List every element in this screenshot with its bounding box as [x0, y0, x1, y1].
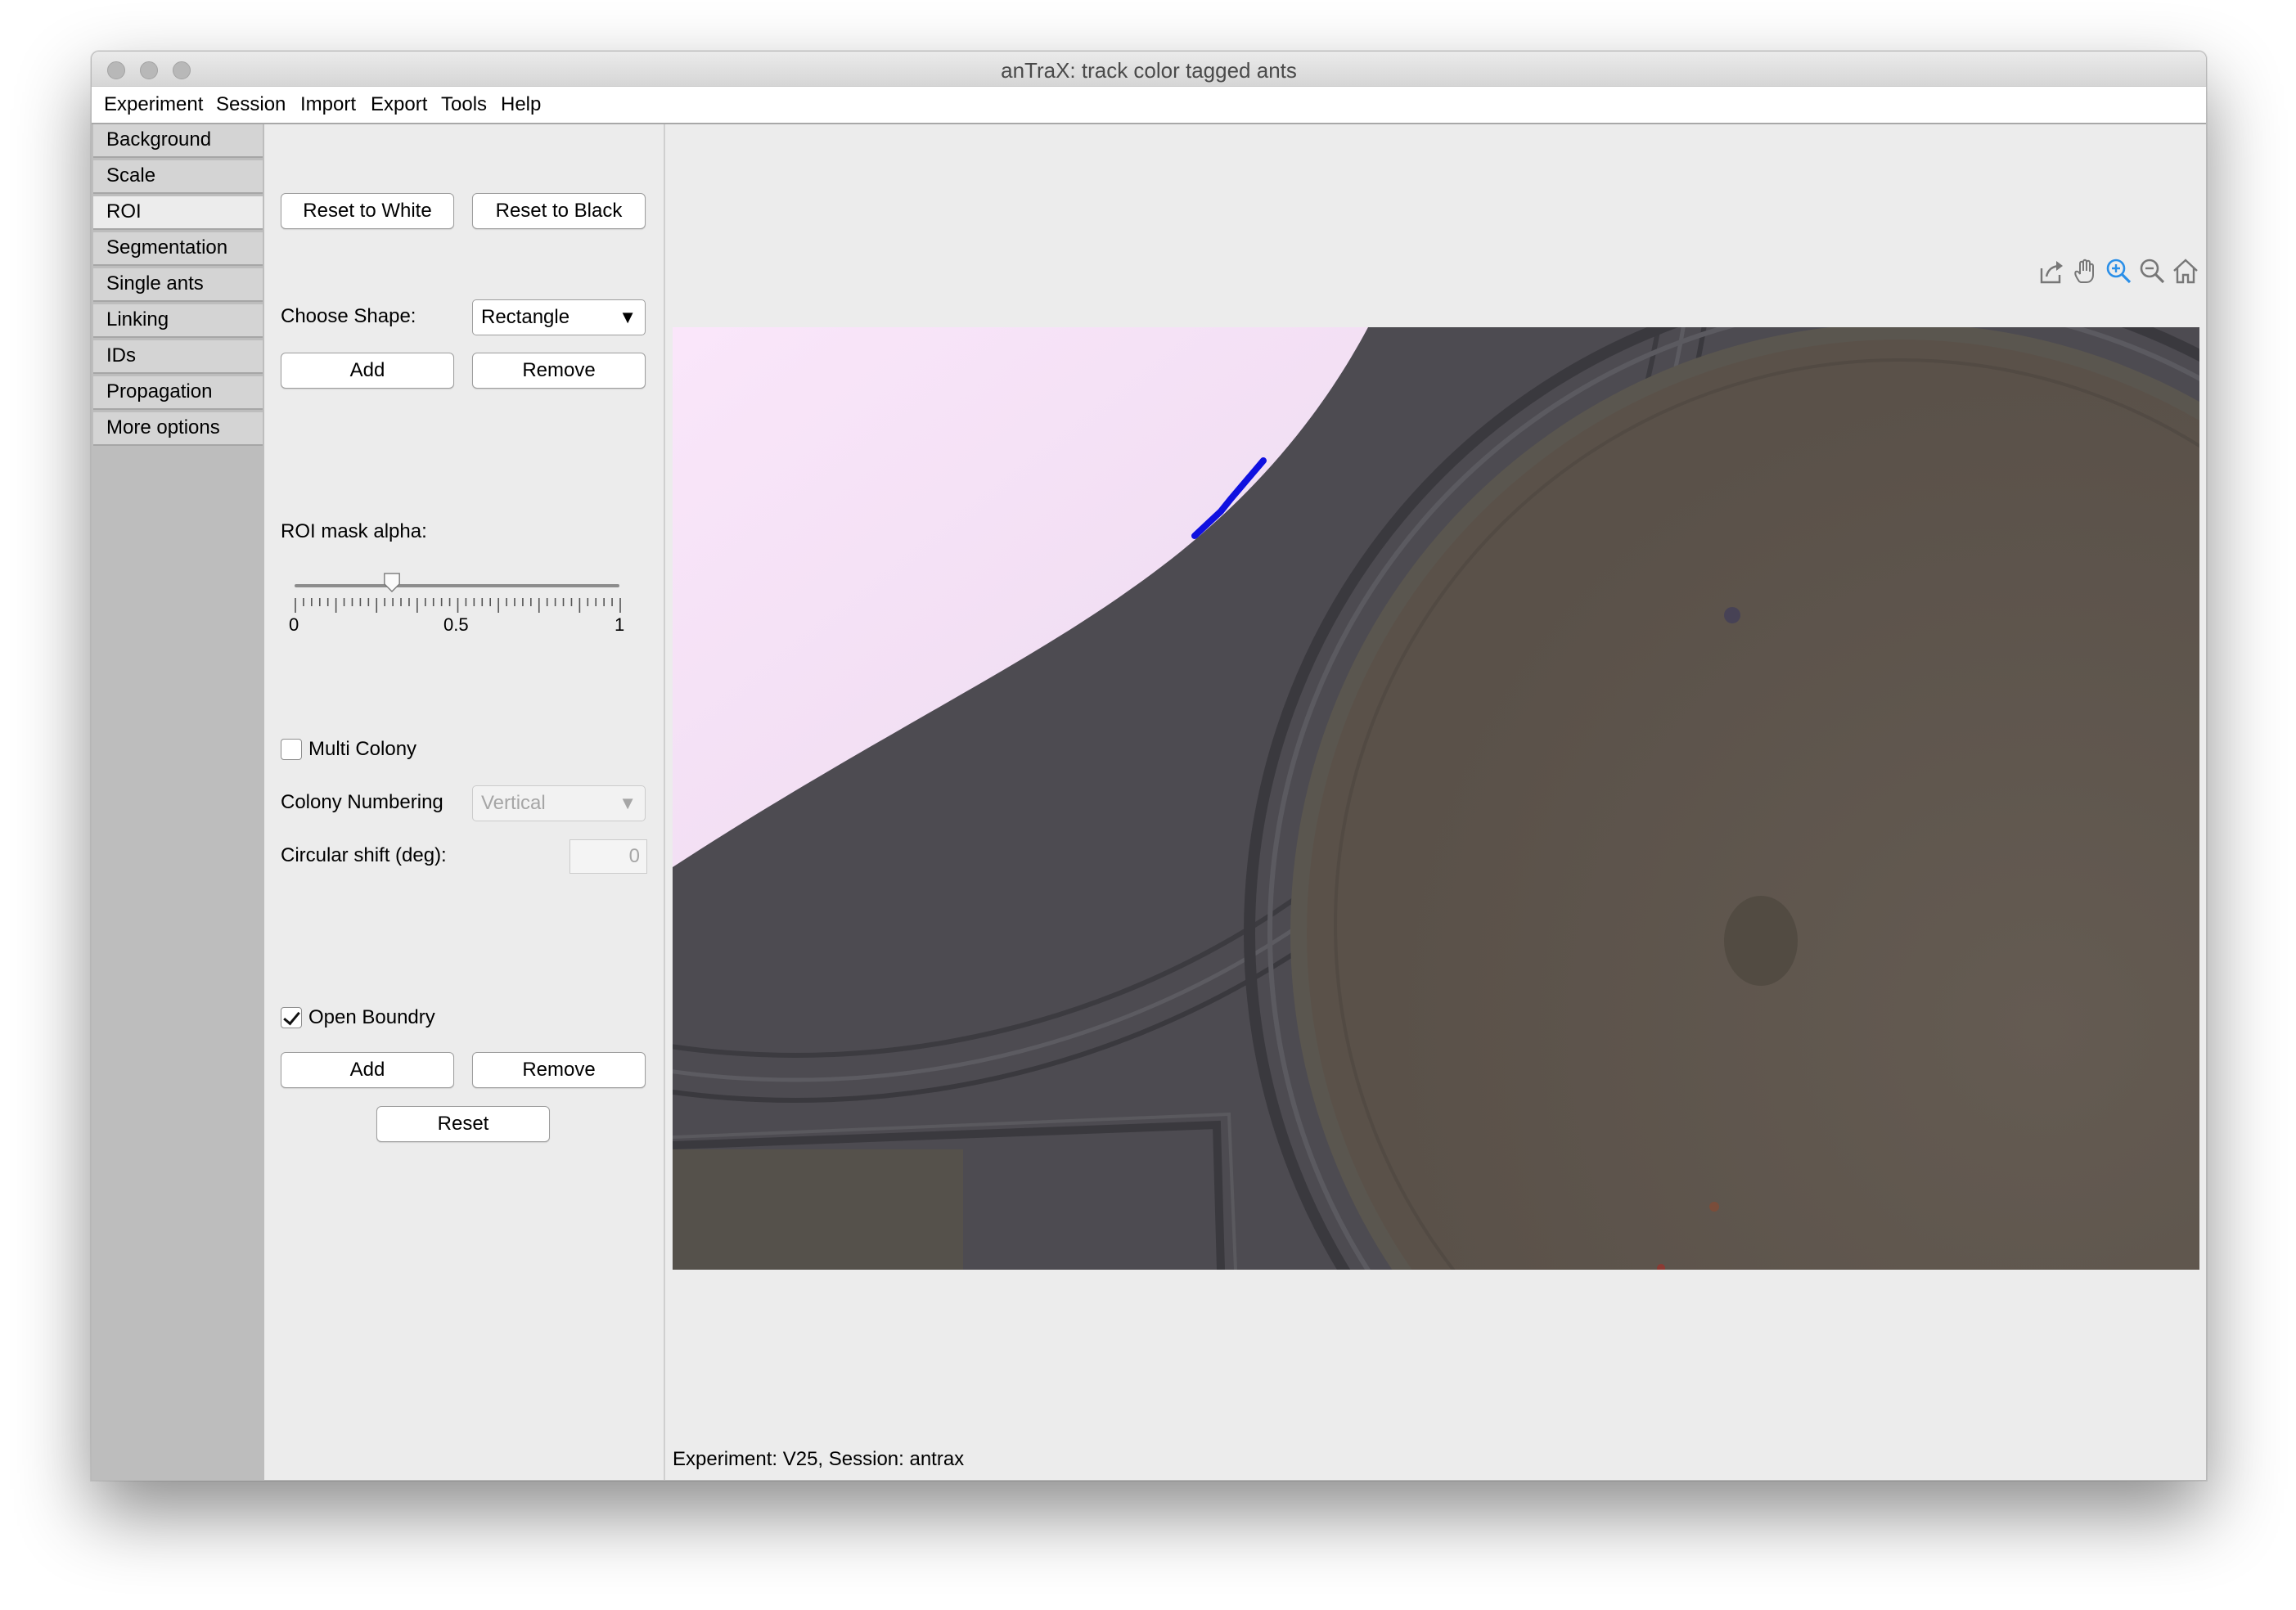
- menu-bar: Experiment Session Import Export Tools H…: [92, 87, 2206, 124]
- open-boundary-label: Open Boundry: [308, 1006, 435, 1028]
- slider-tick-label-mid: 0.5: [443, 614, 469, 635]
- multi-colony-checkbox[interactable]: [281, 739, 302, 760]
- shape-select-value: Rectangle: [481, 306, 570, 328]
- slider-tick-label-min: 0: [289, 614, 299, 635]
- colony-numbering-label: Colony Numbering: [281, 791, 443, 813]
- shape-select[interactable]: Rectangle ▼: [472, 299, 646, 335]
- sidebar-item-roi[interactable]: ROI: [93, 196, 263, 230]
- remove-boundary-button[interactable]: Remove: [472, 1052, 646, 1088]
- reset-to-white-button[interactable]: Reset to White: [281, 193, 454, 229]
- menu-export[interactable]: Export: [371, 93, 427, 116]
- sidebar-item-background[interactable]: Background: [93, 124, 263, 158]
- multi-colony-label: Multi Colony: [308, 738, 417, 760]
- slider-tick-label-max: 1: [615, 614, 625, 635]
- sidebar-item-scale[interactable]: Scale: [93, 160, 263, 194]
- video-frame-display[interactable]: [673, 327, 2199, 1270]
- menu-import[interactable]: Import: [300, 93, 356, 116]
- reset-boundary-button[interactable]: Reset: [376, 1106, 550, 1142]
- colony-numbering-value: Vertical: [481, 792, 546, 814]
- title-bar: anTraX: track color tagged ants: [92, 52, 2206, 87]
- open-boundary-checkbox[interactable]: [281, 1007, 302, 1028]
- slider-thumb[interactable]: [383, 572, 401, 593]
- menu-experiment[interactable]: Experiment: [104, 93, 203, 116]
- roi-mask-alpha-label: ROI mask alpha:: [281, 520, 427, 542]
- add-boundary-button[interactable]: Add: [281, 1052, 454, 1088]
- reset-to-black-button[interactable]: Reset to Black: [472, 193, 646, 229]
- sidebar-item-linking[interactable]: Linking: [93, 304, 263, 338]
- circular-shift-label: Circular shift (deg):: [281, 844, 447, 866]
- slider-ticks: [295, 598, 621, 613]
- sidebar-item-more-options[interactable]: More options: [93, 412, 263, 446]
- dropdown-arrow-icon: ▼: [619, 793, 637, 813]
- add-roi-button[interactable]: Add: [281, 353, 454, 389]
- menu-session[interactable]: Session: [216, 93, 286, 116]
- home-icon[interactable]: [2171, 257, 2200, 286]
- pan-hand-icon[interactable]: [2071, 257, 2100, 286]
- export-icon[interactable]: [2037, 257, 2067, 286]
- menu-help[interactable]: Help: [501, 93, 541, 116]
- frame-image: [673, 327, 2199, 1270]
- zoom-out-icon[interactable]: [2138, 257, 2168, 286]
- menu-tools[interactable]: Tools: [441, 93, 487, 116]
- sidebar-item-ids[interactable]: IDs: [93, 340, 263, 374]
- app-window: anTraX: track color tagged ants Experime…: [91, 51, 2207, 1481]
- sidebar-item-single-ants[interactable]: Single ants: [93, 268, 263, 302]
- remove-roi-button[interactable]: Remove: [472, 353, 646, 389]
- slider-track: [295, 584, 619, 587]
- sidebar-item-propagation[interactable]: Propagation: [93, 376, 263, 410]
- zoom-in-icon[interactable]: [2105, 257, 2134, 286]
- window-title: anTraX: track color tagged ants: [1001, 58, 1297, 83]
- colony-numbering-select: Vertical ▼: [472, 785, 646, 821]
- status-text: Experiment: V25, Session: antrax: [673, 1448, 965, 1470]
- dropdown-arrow-icon: ▼: [619, 307, 637, 327]
- sidebar-item-segmentation[interactable]: Segmentation: [93, 232, 263, 266]
- circular-shift-input: 0: [569, 839, 647, 874]
- sidebar: Background Scale ROI Segmentation Single…: [92, 124, 264, 1480]
- choose-shape-label: Choose Shape:: [281, 305, 416, 327]
